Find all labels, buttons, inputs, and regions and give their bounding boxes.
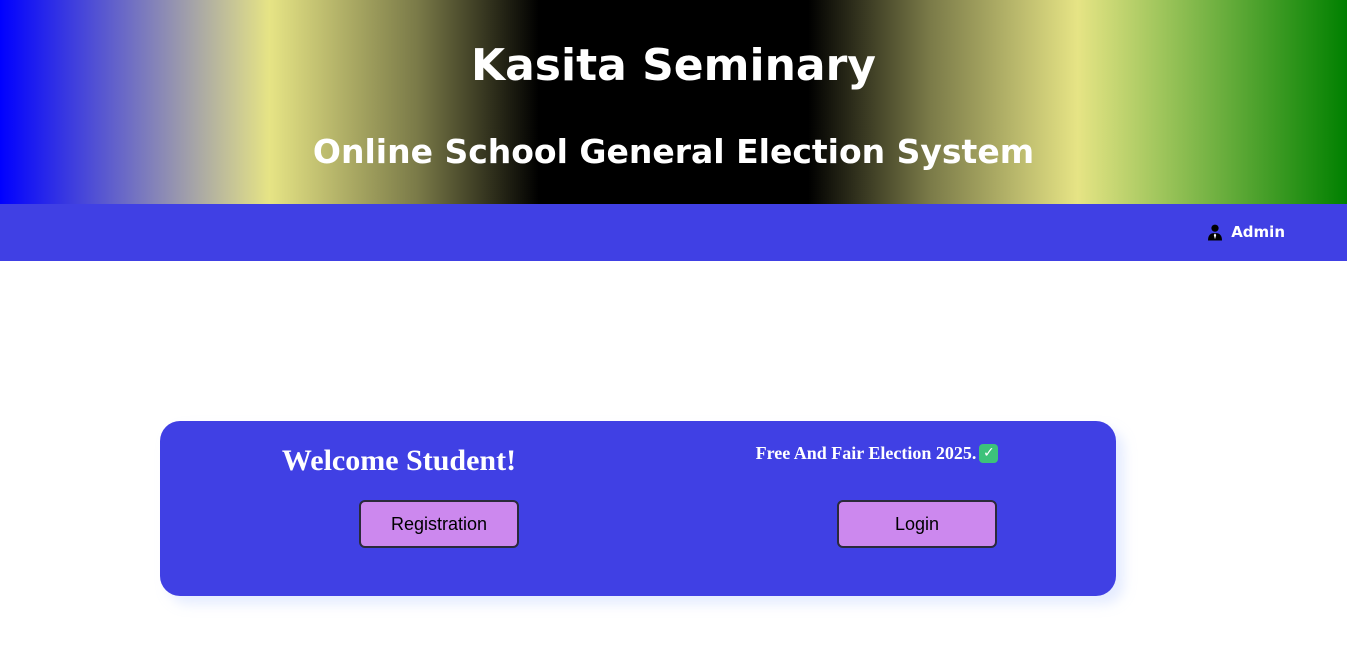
election-tagline: Free And Fair Election 2025. ✓ bbox=[638, 441, 1116, 465]
site-title: Kasita Seminary bbox=[471, 40, 876, 91]
admin-link[interactable]: Admin bbox=[1207, 223, 1285, 241]
user-tie-icon bbox=[1207, 224, 1223, 241]
tagline-text: Free And Fair Election 2025. bbox=[755, 443, 977, 463]
admin-label: Admin bbox=[1231, 223, 1285, 241]
top-navbar: Admin bbox=[0, 204, 1347, 261]
check-mark-button-icon: ✓ bbox=[979, 443, 999, 463]
welcome-card: Welcome Student! Free And Fair Election … bbox=[160, 421, 1116, 596]
login-button[interactable]: Login bbox=[837, 500, 997, 548]
welcome-heading: Welcome Student! bbox=[281, 444, 517, 477]
site-subtitle: Online School General Election System bbox=[312, 132, 1035, 171]
site-header: Kasita Seminary Online School General El… bbox=[0, 0, 1347, 204]
registration-button[interactable]: Registration bbox=[359, 500, 519, 548]
